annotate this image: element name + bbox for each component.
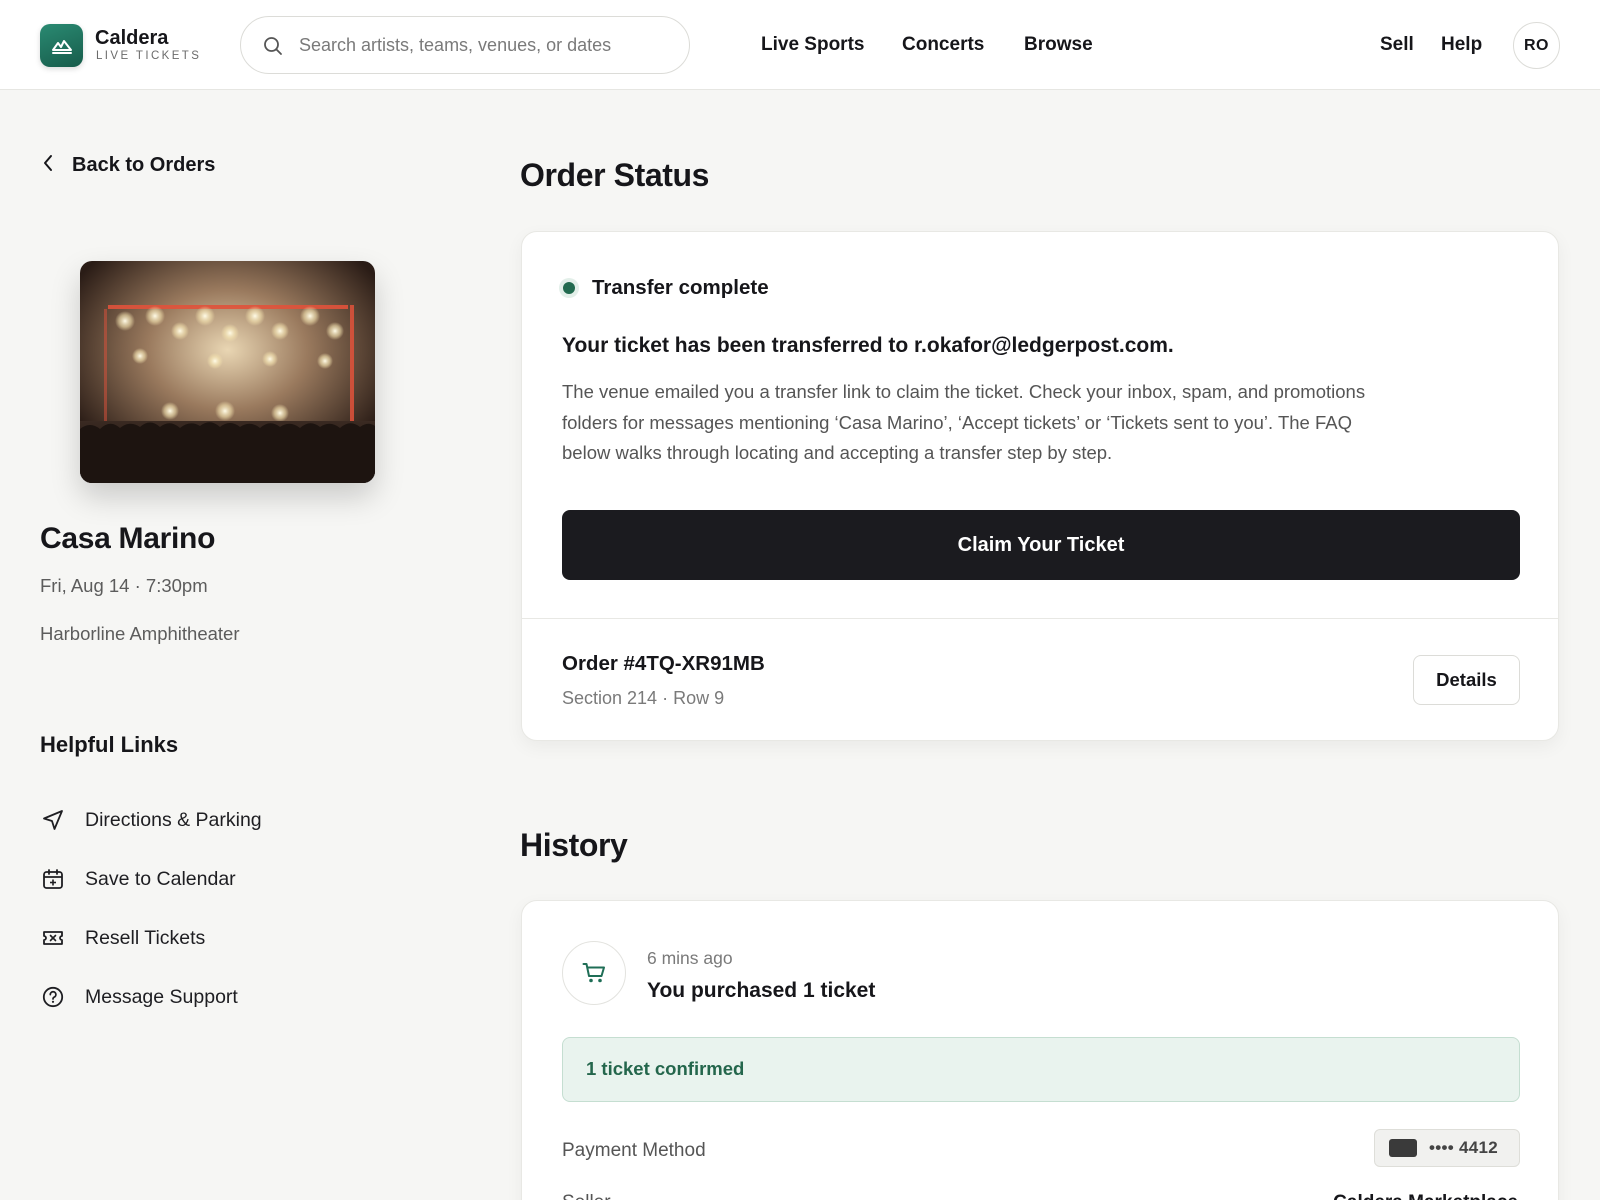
event-venue: Harborline Amphitheater — [40, 623, 240, 644]
navigation-arrow-icon — [40, 807, 66, 833]
seller-value: Caldera Marketplace — [1333, 1192, 1518, 1200]
link-save-to-calendar[interactable]: Save to Calendar — [40, 866, 236, 892]
link-label: Resell Tickets — [85, 926, 206, 949]
link-label: Message Support — [85, 985, 238, 1008]
transfer-heading: Your ticket has been transferred to r.ok… — [562, 334, 1174, 357]
nav-sell[interactable]: Sell — [1380, 34, 1414, 56]
brand-tagline: LIVE TICKETS — [96, 50, 202, 62]
credit-card-icon — [1389, 1139, 1417, 1157]
order-status-card: Transfer complete Your ticket has been t… — [521, 231, 1559, 741]
back-to-orders-label: Back to Orders — [72, 154, 216, 176]
caldera-logo-icon[interactable] — [40, 24, 83, 67]
payment-method-label: Payment Method — [562, 1140, 706, 1161]
history-title: History — [520, 827, 628, 863]
seat-info: Section 214 · Row 9 — [562, 688, 725, 708]
chevron-left-icon — [42, 154, 54, 177]
brand-name[interactable]: Caldera — [95, 27, 168, 50]
link-resell-tickets[interactable]: Resell Tickets — [40, 925, 205, 951]
ticket-x-icon — [40, 925, 66, 951]
nav-concerts[interactable]: Concerts — [902, 34, 984, 56]
claim-ticket-button[interactable]: Claim Your Ticket — [562, 510, 1520, 580]
card-last-digits: •••• 4412 — [1429, 1138, 1499, 1157]
history-entry-title: You purchased 1 ticket — [647, 979, 876, 1002]
order-status-title: Order Status — [520, 157, 710, 193]
event-title: Casa Marino — [40, 522, 216, 555]
transfer-description: The venue emailed you a transfer link to… — [562, 381, 1366, 463]
history-card: 6 mins ago You purchased 1 ticket 1 tick… — [521, 900, 1559, 1200]
search-bar[interactable] — [240, 16, 690, 74]
nav-live-sports[interactable]: Live Sports — [761, 34, 864, 56]
status-dot-icon — [559, 278, 579, 298]
confirmation-text: 1 ticket confirmed — [586, 1058, 745, 1079]
nav-help[interactable]: Help — [1441, 34, 1482, 56]
calendar-add-icon — [40, 866, 66, 892]
help-circle-icon — [40, 984, 66, 1010]
confirmation-banner: 1 ticket confirmed — [562, 1037, 1520, 1102]
shopping-cart-icon — [562, 941, 626, 1005]
history-timestamp: 6 mins ago — [647, 948, 733, 968]
event-image — [80, 261, 375, 483]
top-header: Caldera LIVE TICKETS Live Sports Concert… — [0, 0, 1600, 90]
link-label: Directions & Parking — [85, 808, 262, 831]
search-input[interactable] — [299, 31, 669, 59]
link-label: Save to Calendar — [85, 867, 236, 890]
divider — [522, 618, 1558, 619]
back-to-orders-link[interactable]: Back to Orders — [42, 154, 215, 177]
order-number: Order #4TQ-XR91MB — [562, 652, 765, 675]
payment-method-chip: •••• 4412 — [1374, 1129, 1520, 1167]
link-directions-parking[interactable]: Directions & Parking — [40, 807, 262, 833]
event-datetime: Fri, Aug 14 · 7:30pm — [40, 575, 208, 596]
user-avatar[interactable]: RO — [1513, 22, 1560, 69]
details-button[interactable]: Details — [1413, 655, 1520, 705]
status-indicator: Transfer complete — [559, 276, 769, 300]
nav-browse[interactable]: Browse — [1024, 34, 1093, 56]
link-message-support[interactable]: Message Support — [40, 984, 238, 1010]
helpful-links-title: Helpful Links — [40, 732, 179, 757]
search-icon — [263, 36, 283, 61]
seller-label: Seller — [562, 1192, 611, 1200]
status-label: Transfer complete — [592, 276, 769, 299]
